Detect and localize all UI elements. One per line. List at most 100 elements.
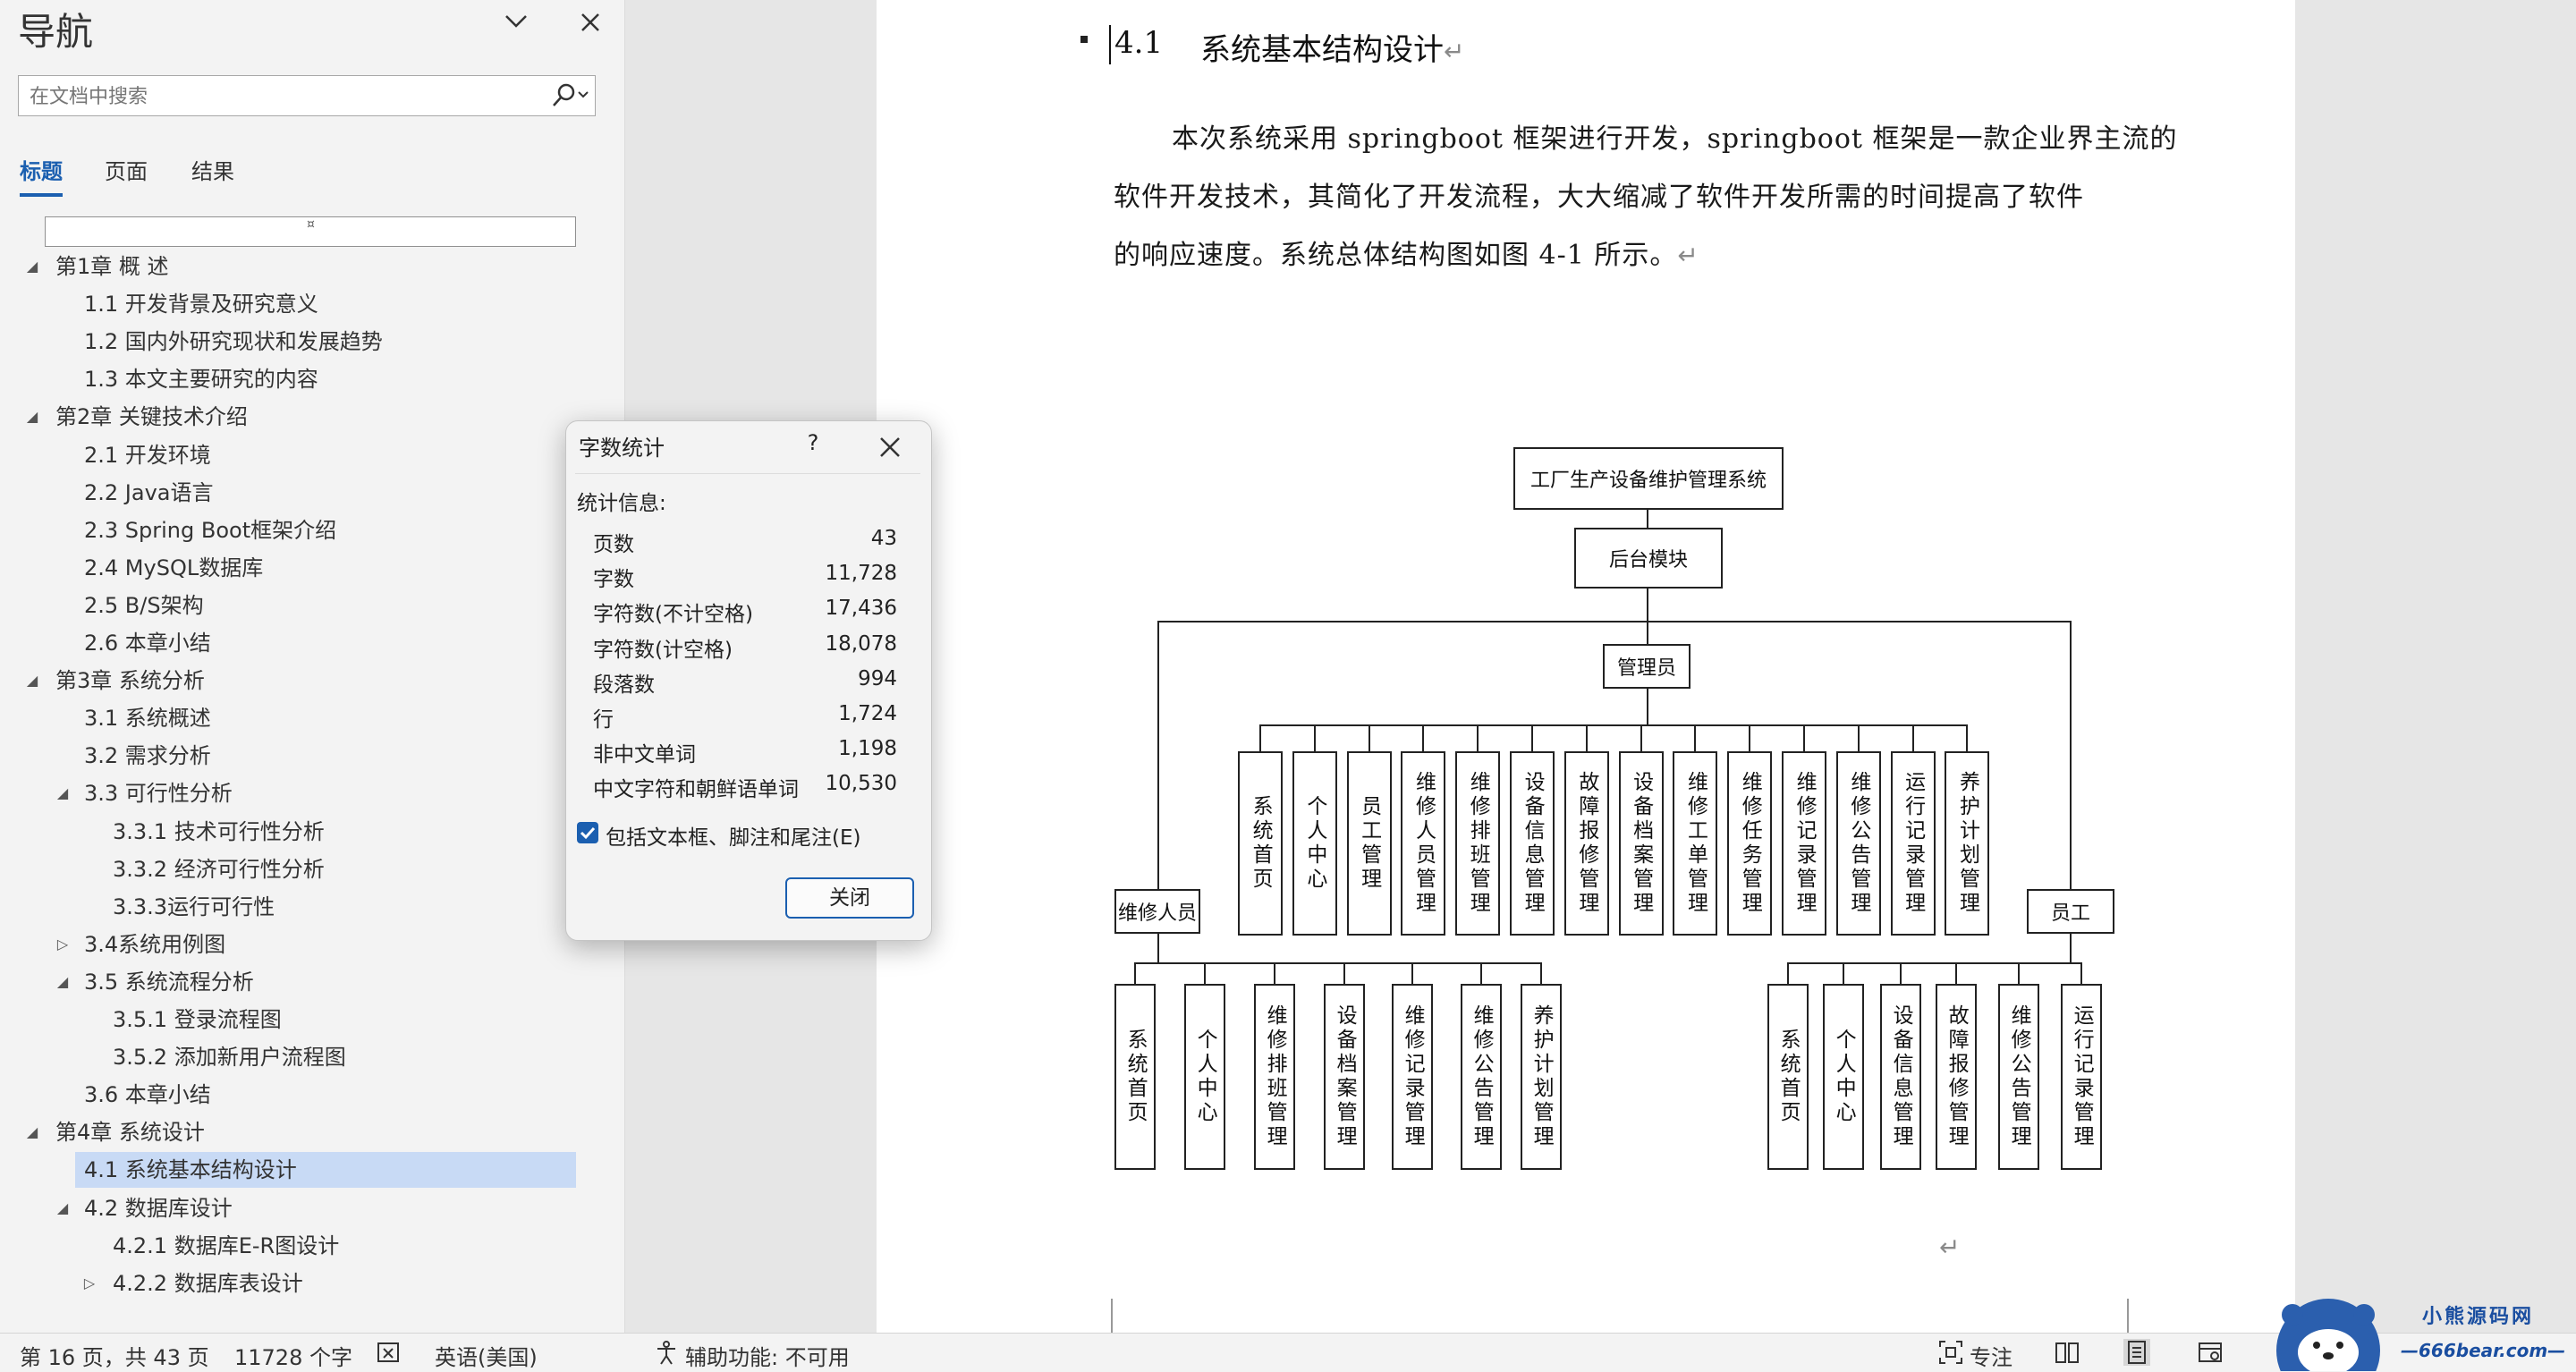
nav-heading-item[interactable]: 2.6 本章小结: [0, 625, 590, 661]
search-input[interactable]: [28, 81, 550, 112]
nav-heading-item[interactable]: 2.4 MySQL数据库: [0, 550, 590, 586]
tab-results[interactable]: 结果: [191, 154, 234, 185]
diagram-node-module: 后台模块: [1574, 528, 1723, 589]
diagram-node-repair-child: 维修记录管理: [1392, 984, 1433, 1170]
focus-label[interactable]: 专注: [1970, 1340, 2012, 1371]
accessibility-status[interactable]: 辅助功能: 不可用: [685, 1340, 850, 1371]
nav-heading-item[interactable]: 3.3.3运行可行性: [0, 889, 590, 925]
heading-filter-box[interactable]: ¤: [45, 216, 576, 247]
nav-heading-item[interactable]: 2.3 Spring Boot框架介绍: [0, 512, 590, 548]
collapse-icon[interactable]: ◢: [54, 964, 72, 1000]
stat-label: 行: [593, 708, 614, 732]
include-textboxes-checkbox[interactable]: [577, 822, 598, 843]
collapse-icon[interactable]: ◢: [54, 1190, 72, 1226]
nav-heading-label: 2.2 Java语言: [84, 480, 214, 505]
connector-line: [1787, 962, 1789, 984]
stat-row: 字数 11,728: [593, 562, 897, 596]
nav-heading-item[interactable]: 3.2 需求分析: [0, 738, 590, 774]
tab-headings[interactable]: 标题: [20, 154, 63, 197]
nav-heading-item[interactable]: 2.1 开发环境: [0, 437, 590, 473]
nav-heading-item[interactable]: 3.3.1 技术可行性分析: [0, 814, 590, 850]
stat-label: 段落数: [593, 673, 655, 697]
nav-heading-item[interactable]: ◢ 4.2 数据库设计: [0, 1190, 590, 1226]
diagram-node-repair-child: 设备档案管理: [1324, 984, 1365, 1170]
diagram-node-repair: 维修人员: [1114, 889, 1200, 934]
nav-heading-item[interactable]: 3.5.1 登录流程图: [0, 1002, 590, 1037]
expand-icon[interactable]: ▷: [80, 1266, 98, 1301]
nav-heading-label: 3.6 本章小结: [84, 1082, 211, 1107]
collapse-icon[interactable]: ◢: [54, 775, 72, 811]
nav-heading-item[interactable]: ▷ 4.2.2 数据库表设计: [0, 1266, 590, 1301]
connector-line: [1647, 689, 1648, 724]
focus-icon[interactable]: [1937, 1339, 1964, 1366]
nav-heading-item[interactable]: 4.1 系统基本结构设计: [0, 1152, 590, 1188]
diagram-node-admin-child: 维修记录管理: [1782, 751, 1826, 936]
proofing-icon[interactable]: [376, 1339, 402, 1366]
diagram-node-repair-child: 维修公告管理: [1461, 984, 1502, 1170]
nav-heading-item[interactable]: 1.2 国内外研究现状和发展趋势: [0, 324, 590, 360]
diagram-node-staff-child: 个人中心: [1823, 984, 1864, 1170]
nav-heading-item[interactable]: ◢ 第4章 系统设计: [0, 1114, 590, 1150]
close-icon[interactable]: [574, 4, 606, 39]
connector-line: [1259, 724, 1261, 751]
stat-row: 中文字符和朝鲜语单词 10,530: [593, 772, 897, 806]
connector-line: [1803, 724, 1805, 751]
diagram-node-admin-child: 维修排班管理: [1455, 751, 1501, 936]
accessibility-icon[interactable]: [653, 1339, 680, 1366]
search-icon[interactable]: [550, 81, 591, 110]
print-layout-icon[interactable]: [2123, 1339, 2150, 1366]
connector-line: [1585, 724, 1588, 751]
collapse-icon[interactable]: ◢: [23, 1114, 41, 1150]
collapse-icon[interactable]: ◢: [23, 249, 41, 284]
connector-line: [1477, 724, 1479, 751]
nav-heading-item[interactable]: 1.1 开发背景及研究意义: [0, 286, 590, 322]
collapse-icon[interactable]: ◢: [23, 663, 41, 699]
nav-heading-item[interactable]: 3.3.2 经济可行性分析: [0, 851, 590, 887]
chevron-down-icon[interactable]: [501, 4, 531, 39]
diagram-node-admin-child: 维修公告管理: [1835, 751, 1881, 936]
document-page[interactable]: 4.1 系统基本结构设计↵ 本次系统采用 springboot 框架进行开发，s…: [877, 0, 2295, 1336]
nav-heading-item[interactable]: 2.2 Java语言: [0, 475, 590, 511]
watermark-title: 小熊源码网: [2422, 1306, 2535, 1328]
stat-label: 字符数(不计空格): [593, 603, 753, 627]
language-indicator[interactable]: 英语(美国): [435, 1340, 538, 1371]
connector-line: [1480, 962, 1482, 984]
checkbox-label[interactable]: 包括文本框、脚注和尾注(E): [606, 820, 860, 851]
nav-heading-item[interactable]: 4.2.1 数据库E-R图设计: [0, 1228, 590, 1264]
nav-heading-item[interactable]: ◢ 第1章 概 述: [0, 249, 590, 284]
nav-heading-label: 1.1 开发背景及研究意义: [84, 292, 318, 317]
stat-row: 字符数(计空格) 18,078: [593, 632, 897, 666]
read-mode-icon[interactable]: [2054, 1339, 2080, 1366]
tab-pages[interactable]: 页面: [105, 154, 148, 185]
nav-heading-item[interactable]: 2.5 B/S架构: [0, 588, 590, 623]
collapse-icon[interactable]: ◢: [23, 399, 41, 435]
nav-heading-item[interactable]: 3.1 系统概述: [0, 700, 590, 736]
stat-value: 18,078: [825, 631, 897, 656]
nav-heading-item[interactable]: ◢ 第3章 系统分析: [0, 663, 590, 699]
diagram-node-admin-child: 员工管理: [1346, 751, 1392, 936]
diagram-node-staff-child: 系统首页: [1767, 984, 1809, 1170]
nav-heading-item[interactable]: 3.5.2 添加新用户流程图: [0, 1039, 590, 1075]
nav-heading-item[interactable]: ◢ 第2章 关键技术介绍: [0, 399, 590, 435]
nav-heading-item[interactable]: ◢ 3.5 系统流程分析: [0, 964, 590, 1000]
close-icon[interactable]: [870, 430, 910, 466]
help-button[interactable]: ?: [795, 430, 831, 466]
diagram-node-repair-child: 个人中心: [1184, 984, 1225, 1170]
nav-heading-item[interactable]: 3.6 本章小结: [0, 1077, 590, 1113]
diagram-node-admin: 管理员: [1603, 644, 1690, 689]
nav-heading-item[interactable]: 1.3 本文主要研究的内容: [0, 361, 590, 397]
search-box[interactable]: [18, 75, 596, 116]
return-mark: ↵: [1939, 1232, 1961, 1262]
nav-heading-item[interactable]: ◢ 3.3 可行性分析: [0, 775, 590, 811]
web-layout-icon[interactable]: [2197, 1339, 2224, 1366]
connector-line: [1204, 962, 1206, 984]
connector-line: [1343, 962, 1345, 984]
page-count[interactable]: 第 16 页，共 43 页: [20, 1340, 209, 1371]
close-button[interactable]: 关闭: [785, 877, 914, 919]
expand-icon[interactable]: ▷: [54, 927, 72, 962]
nav-heading-item[interactable]: ▷ 3.4系统用例图: [0, 927, 590, 962]
connector-line: [2070, 934, 2072, 962]
nav-heading-label: 第4章 系统设计: [55, 1120, 205, 1145]
dialog-title: 字数统计: [579, 436, 665, 461]
word-count[interactable]: 11728 个字: [234, 1340, 352, 1371]
